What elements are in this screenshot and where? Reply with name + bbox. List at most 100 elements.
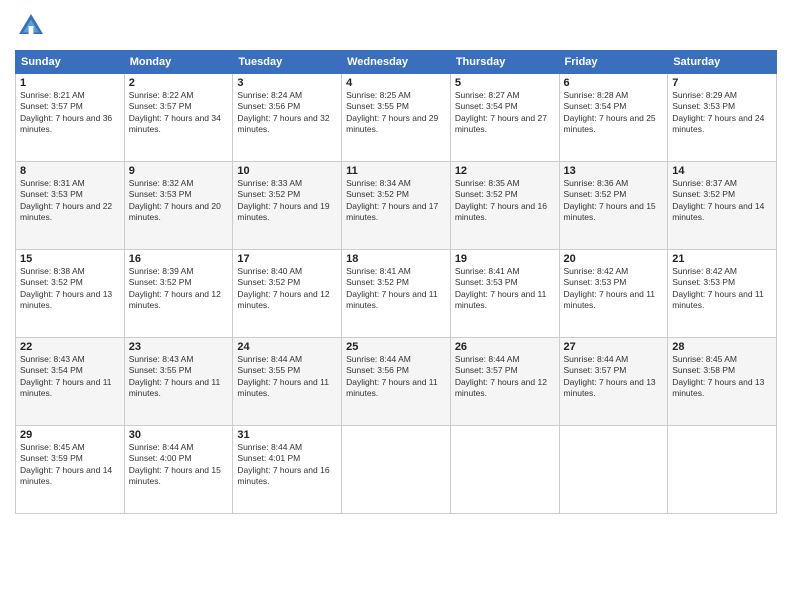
calendar-cell: 12 Sunrise: 8:35 AMSunset: 3:52 PMDaylig… <box>450 162 559 250</box>
header <box>15 10 777 42</box>
day-info: Sunrise: 8:44 AMSunset: 3:56 PMDaylight:… <box>346 354 446 400</box>
day-number: 28 <box>672 341 772 353</box>
logo <box>15 10 51 42</box>
day-info: Sunrise: 8:40 AMSunset: 3:52 PMDaylight:… <box>237 266 337 312</box>
day-number: 1 <box>20 77 120 89</box>
day-info: Sunrise: 8:36 AMSunset: 3:52 PMDaylight:… <box>564 178 664 224</box>
calendar-cell: 3 Sunrise: 8:24 AMSunset: 3:56 PMDayligh… <box>233 74 342 162</box>
calendar-cell: 4 Sunrise: 8:25 AMSunset: 3:55 PMDayligh… <box>342 74 451 162</box>
day-number: 29 <box>20 429 120 441</box>
day-info: Sunrise: 8:43 AMSunset: 3:55 PMDaylight:… <box>129 354 229 400</box>
calendar-cell: 29 Sunrise: 8:45 AMSunset: 3:59 PMDaylig… <box>16 426 125 514</box>
calendar-cell: 21 Sunrise: 8:42 AMSunset: 3:53 PMDaylig… <box>668 250 777 338</box>
day-info: Sunrise: 8:42 AMSunset: 3:53 PMDaylight:… <box>564 266 664 312</box>
day-info: Sunrise: 8:44 AMSunset: 4:00 PMDaylight:… <box>129 442 229 488</box>
day-info: Sunrise: 8:44 AMSunset: 3:57 PMDaylight:… <box>455 354 555 400</box>
day-number: 12 <box>455 165 555 177</box>
calendar-cell: 22 Sunrise: 8:43 AMSunset: 3:54 PMDaylig… <box>16 338 125 426</box>
calendar-cell: 30 Sunrise: 8:44 AMSunset: 4:00 PMDaylig… <box>124 426 233 514</box>
day-number: 6 <box>564 77 664 89</box>
calendar-cell: 18 Sunrise: 8:41 AMSunset: 3:52 PMDaylig… <box>342 250 451 338</box>
day-info: Sunrise: 8:41 AMSunset: 3:53 PMDaylight:… <box>455 266 555 312</box>
calendar-cell: 28 Sunrise: 8:45 AMSunset: 3:58 PMDaylig… <box>668 338 777 426</box>
day-number: 5 <box>455 77 555 89</box>
logo-icon <box>15 10 47 42</box>
day-info: Sunrise: 8:45 AMSunset: 3:59 PMDaylight:… <box>20 442 120 488</box>
day-number: 21 <box>672 253 772 265</box>
day-info: Sunrise: 8:34 AMSunset: 3:52 PMDaylight:… <box>346 178 446 224</box>
day-info: Sunrise: 8:32 AMSunset: 3:53 PMDaylight:… <box>129 178 229 224</box>
calendar-cell: 25 Sunrise: 8:44 AMSunset: 3:56 PMDaylig… <box>342 338 451 426</box>
day-number: 23 <box>129 341 229 353</box>
day-info: Sunrise: 8:33 AMSunset: 3:52 PMDaylight:… <box>237 178 337 224</box>
day-number: 14 <box>672 165 772 177</box>
day-number: 3 <box>237 77 337 89</box>
day-info: Sunrise: 8:44 AMSunset: 3:57 PMDaylight:… <box>564 354 664 400</box>
calendar-cell: 5 Sunrise: 8:27 AMSunset: 3:54 PMDayligh… <box>450 74 559 162</box>
calendar-cell: 20 Sunrise: 8:42 AMSunset: 3:53 PMDaylig… <box>559 250 668 338</box>
day-info: Sunrise: 8:41 AMSunset: 3:52 PMDaylight:… <box>346 266 446 312</box>
day-number: 31 <box>237 429 337 441</box>
day-info: Sunrise: 8:28 AMSunset: 3:54 PMDaylight:… <box>564 90 664 136</box>
calendar-cell: 14 Sunrise: 8:37 AMSunset: 3:52 PMDaylig… <box>668 162 777 250</box>
day-number: 30 <box>129 429 229 441</box>
day-info: Sunrise: 8:37 AMSunset: 3:52 PMDaylight:… <box>672 178 772 224</box>
day-number: 15 <box>20 253 120 265</box>
day-info: Sunrise: 8:39 AMSunset: 3:52 PMDaylight:… <box>129 266 229 312</box>
day-info: Sunrise: 8:29 AMSunset: 3:53 PMDaylight:… <box>672 90 772 136</box>
calendar-cell: 11 Sunrise: 8:34 AMSunset: 3:52 PMDaylig… <box>342 162 451 250</box>
calendar-cell: 1 Sunrise: 8:21 AMSunset: 3:57 PMDayligh… <box>16 74 125 162</box>
calendar-cell: 9 Sunrise: 8:32 AMSunset: 3:53 PMDayligh… <box>124 162 233 250</box>
day-number: 22 <box>20 341 120 353</box>
calendar-cell: 2 Sunrise: 8:22 AMSunset: 3:57 PMDayligh… <box>124 74 233 162</box>
day-number: 13 <box>564 165 664 177</box>
day-of-week-header: Thursday <box>450 51 559 74</box>
calendar-cell: 8 Sunrise: 8:31 AMSunset: 3:53 PMDayligh… <box>16 162 125 250</box>
day-number: 25 <box>346 341 446 353</box>
calendar-cell: 26 Sunrise: 8:44 AMSunset: 3:57 PMDaylig… <box>450 338 559 426</box>
calendar-cell: 31 Sunrise: 8:44 AMSunset: 4:01 PMDaylig… <box>233 426 342 514</box>
day-number: 9 <box>129 165 229 177</box>
day-number: 20 <box>564 253 664 265</box>
calendar-cell <box>450 426 559 514</box>
day-number: 10 <box>237 165 337 177</box>
calendar-cell: 16 Sunrise: 8:39 AMSunset: 3:52 PMDaylig… <box>124 250 233 338</box>
calendar-cell: 6 Sunrise: 8:28 AMSunset: 3:54 PMDayligh… <box>559 74 668 162</box>
day-number: 8 <box>20 165 120 177</box>
day-number: 19 <box>455 253 555 265</box>
day-number: 24 <box>237 341 337 353</box>
day-info: Sunrise: 8:27 AMSunset: 3:54 PMDaylight:… <box>455 90 555 136</box>
day-info: Sunrise: 8:43 AMSunset: 3:54 PMDaylight:… <box>20 354 120 400</box>
day-info: Sunrise: 8:22 AMSunset: 3:57 PMDaylight:… <box>129 90 229 136</box>
day-number: 27 <box>564 341 664 353</box>
day-number: 4 <box>346 77 446 89</box>
calendar-cell <box>342 426 451 514</box>
day-of-week-header: Friday <box>559 51 668 74</box>
day-info: Sunrise: 8:24 AMSunset: 3:56 PMDaylight:… <box>237 90 337 136</box>
day-info: Sunrise: 8:31 AMSunset: 3:53 PMDaylight:… <box>20 178 120 224</box>
day-number: 18 <box>346 253 446 265</box>
calendar-cell: 15 Sunrise: 8:38 AMSunset: 3:52 PMDaylig… <box>16 250 125 338</box>
day-number: 26 <box>455 341 555 353</box>
day-of-week-header: Monday <box>124 51 233 74</box>
calendar-cell: 27 Sunrise: 8:44 AMSunset: 3:57 PMDaylig… <box>559 338 668 426</box>
day-info: Sunrise: 8:42 AMSunset: 3:53 PMDaylight:… <box>672 266 772 312</box>
day-info: Sunrise: 8:45 AMSunset: 3:58 PMDaylight:… <box>672 354 772 400</box>
calendar-cell: 17 Sunrise: 8:40 AMSunset: 3:52 PMDaylig… <box>233 250 342 338</box>
day-info: Sunrise: 8:44 AMSunset: 3:55 PMDaylight:… <box>237 354 337 400</box>
day-of-week-header: Tuesday <box>233 51 342 74</box>
day-number: 16 <box>129 253 229 265</box>
calendar-cell <box>668 426 777 514</box>
calendar-cell: 24 Sunrise: 8:44 AMSunset: 3:55 PMDaylig… <box>233 338 342 426</box>
day-of-week-header: Saturday <box>668 51 777 74</box>
page: SundayMondayTuesdayWednesdayThursdayFrid… <box>0 0 792 612</box>
calendar-cell: 23 Sunrise: 8:43 AMSunset: 3:55 PMDaylig… <box>124 338 233 426</box>
calendar-cell <box>559 426 668 514</box>
day-info: Sunrise: 8:25 AMSunset: 3:55 PMDaylight:… <box>346 90 446 136</box>
day-number: 2 <box>129 77 229 89</box>
calendar-cell: 19 Sunrise: 8:41 AMSunset: 3:53 PMDaylig… <box>450 250 559 338</box>
day-number: 17 <box>237 253 337 265</box>
day-info: Sunrise: 8:35 AMSunset: 3:52 PMDaylight:… <box>455 178 555 224</box>
day-number: 11 <box>346 165 446 177</box>
day-info: Sunrise: 8:44 AMSunset: 4:01 PMDaylight:… <box>237 442 337 488</box>
